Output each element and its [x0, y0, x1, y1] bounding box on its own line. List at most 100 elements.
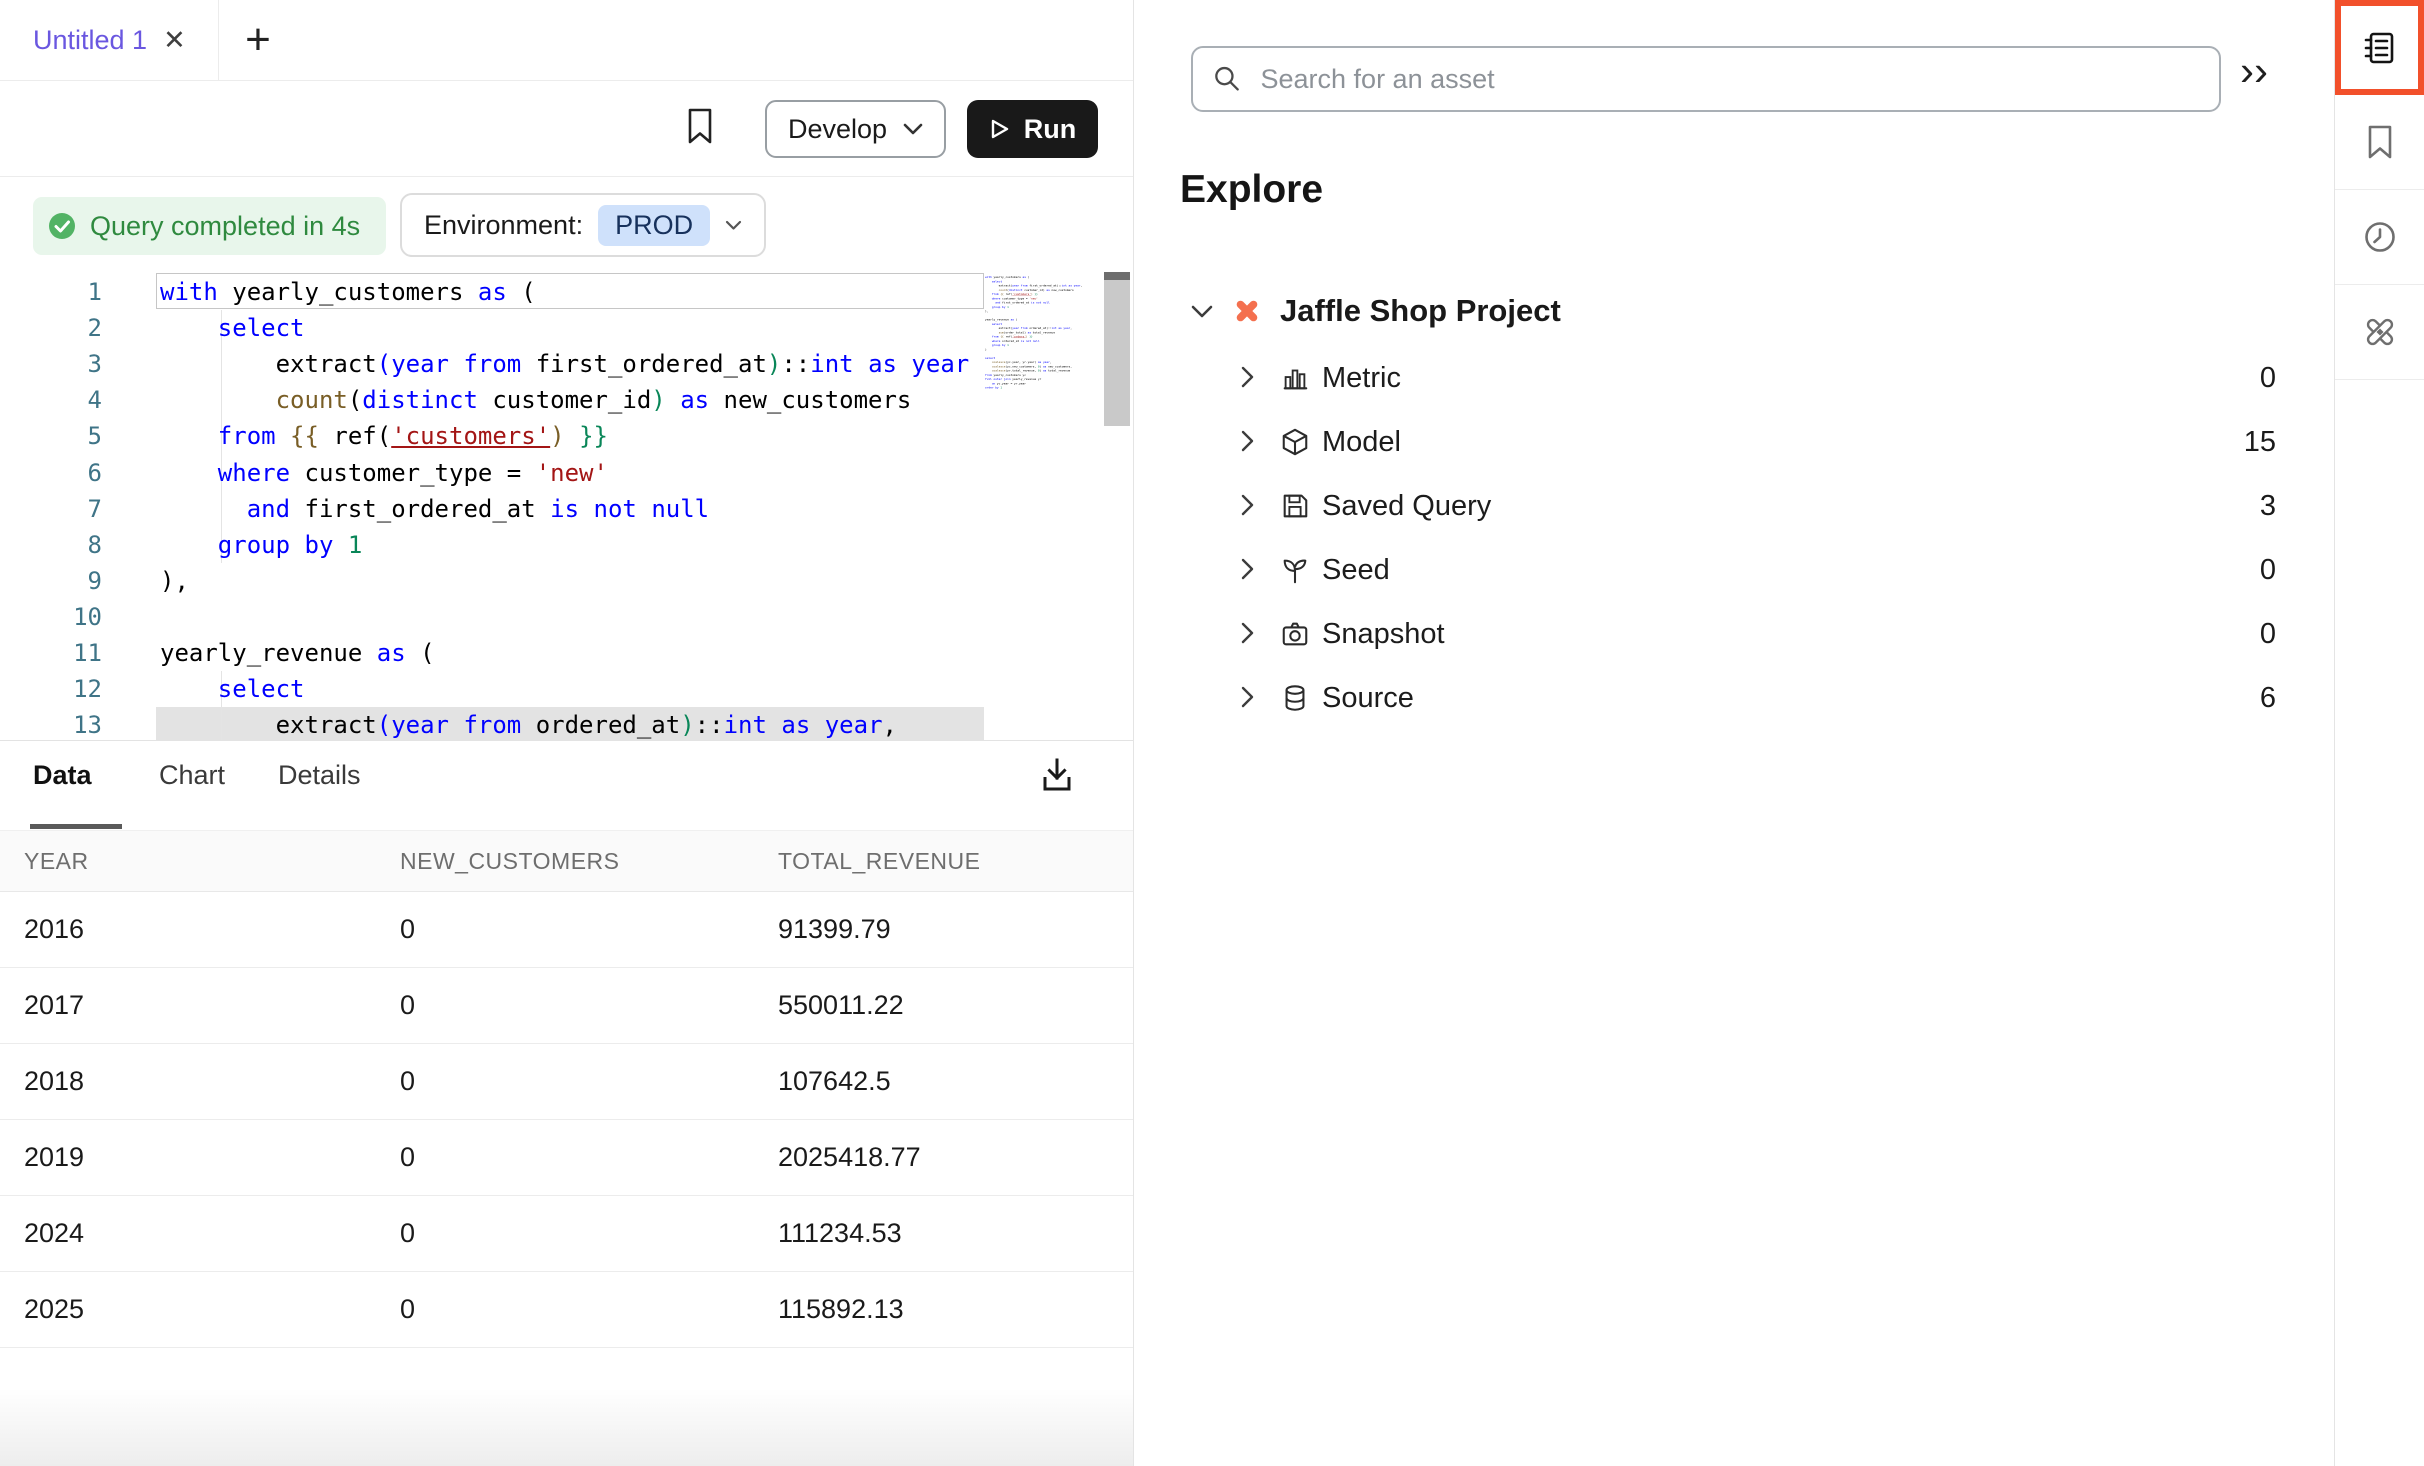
- tree-item-count: 6: [2260, 682, 2276, 715]
- tree-item-count: 0: [2260, 362, 2276, 395]
- code-line[interactable]: from {{ ref('customers') }}: [160, 418, 608, 454]
- chevron-right-icon[interactable]: [1240, 685, 1255, 709]
- environment-label: Environment:: [424, 210, 583, 241]
- results-divider: [0, 740, 1133, 741]
- tab-data[interactable]: Data: [33, 760, 92, 791]
- chevron-right-icon[interactable]: [1240, 621, 1255, 645]
- line-number: 1: [30, 274, 102, 310]
- run-button[interactable]: Run: [967, 100, 1098, 158]
- chevron-right-icon[interactable]: [1240, 493, 1255, 517]
- search-input[interactable]: [1259, 63, 2200, 96]
- code-line[interactable]: ),: [160, 563, 189, 599]
- table-cell: 0: [400, 1142, 415, 1173]
- sidebar-item-history[interactable]: [2335, 190, 2424, 285]
- line-number: 5: [30, 418, 102, 454]
- code-line[interactable]: and first_ordered_at is not null: [160, 491, 709, 527]
- saved-query-icon: [1280, 491, 1310, 521]
- explore-panel: ›› Explore Jaffle Shop Project Metric0Mo…: [1134, 0, 2334, 1466]
- column-header: NEW_CUSTOMERS: [400, 848, 620, 875]
- line-number: 11: [30, 635, 102, 671]
- line-number: 8: [30, 527, 102, 563]
- line-number: 6: [30, 455, 102, 491]
- table-cell: 111234.53: [778, 1218, 902, 1249]
- chevron-right-icon[interactable]: [1240, 365, 1255, 389]
- clock-history-icon: [2362, 219, 2398, 255]
- develop-label: Develop: [788, 114, 887, 145]
- asset-search-box[interactable]: [1191, 46, 2221, 112]
- code-editor[interactable]: 1 with yearly_customers as ( 2 select 3 ext…: [0, 272, 1133, 740]
- tree-item-label: Source: [1322, 682, 1414, 715]
- tree-item-seed[interactable]: Seed0: [1134, 540, 2334, 604]
- tree-item-snapshot[interactable]: Snapshot0: [1134, 604, 2334, 668]
- table-row: 20240111234.53: [0, 1196, 1133, 1272]
- download-results-button[interactable]: [1038, 756, 1076, 796]
- tab-details[interactable]: Details: [278, 760, 361, 791]
- table-cell: 2017: [24, 990, 84, 1021]
- chevron-right-icon[interactable]: [1240, 557, 1255, 581]
- tree-item-label: Model: [1322, 426, 1401, 459]
- tab-untitled-1[interactable]: Untitled 1 ✕: [0, 0, 219, 80]
- line-number: 2: [30, 310, 102, 346]
- table-cell: 115892.13: [778, 1294, 904, 1325]
- code-line[interactable]: select: [160, 671, 305, 707]
- tree-item-metric[interactable]: Metric0: [1134, 348, 2334, 412]
- bookmark-button[interactable]: [684, 107, 716, 145]
- environment-selector[interactable]: Environment: PROD: [400, 193, 766, 257]
- code-line[interactable]: yearly_revenue as (: [160, 635, 435, 671]
- sidebar-item-bookmarks[interactable]: [2335, 95, 2424, 190]
- line-number: 4: [30, 382, 102, 418]
- chevron-right-icon[interactable]: [1240, 429, 1255, 453]
- catalog-notebook-icon: [2362, 30, 2398, 66]
- table-row: 2016091399.79: [0, 892, 1133, 968]
- tab-chart[interactable]: Chart: [159, 760, 225, 791]
- project-tree-root[interactable]: Jaffle Shop Project: [1190, 286, 1561, 336]
- tree-item-count: 15: [2244, 426, 2276, 459]
- code-line[interactable]: extract(year from first_ordered_at)::int…: [160, 346, 969, 382]
- editor-toolbar: Develop Run: [0, 81, 1133, 177]
- column-header: TOTAL_REVENUE: [778, 848, 980, 875]
- dbt-logo-icon: [1231, 295, 1263, 327]
- chevron-down-icon: [1190, 304, 1214, 319]
- close-icon[interactable]: ✕: [163, 27, 186, 54]
- scrollbar-marker: [1104, 272, 1130, 280]
- table-cell: 107642.5: [778, 1066, 891, 1097]
- line-number: 12: [30, 671, 102, 707]
- develop-dropdown[interactable]: Develop: [765, 100, 946, 158]
- code-line[interactable]: where customer_type = 'new': [160, 455, 608, 491]
- tree-item-source[interactable]: Source 6: [1134, 668, 2334, 732]
- new-tab-button[interactable]: +: [236, 18, 280, 62]
- run-label: Run: [1024, 114, 1076, 145]
- line-number: 3: [30, 346, 102, 382]
- tree-item-count: 0: [2260, 554, 2276, 587]
- table-cell: 550011.22: [778, 990, 904, 1021]
- table-cell: 0: [400, 990, 415, 1021]
- code-line[interactable]: group by 1: [160, 527, 362, 563]
- collapse-panel-button[interactable]: ››: [2240, 50, 2268, 92]
- table-cell: 2018: [24, 1066, 84, 1097]
- table-row: 2017 0 550011.22: [0, 968, 1133, 1044]
- table-row: 20250115892.13: [0, 1272, 1133, 1348]
- sidebar-item-catalog[interactable]: [2335, 0, 2424, 95]
- tree-item-saved-query[interactable]: Saved Query3: [1134, 476, 2334, 540]
- table-cell: 91399.79: [778, 914, 891, 945]
- bottom-fade: [0, 1388, 1133, 1466]
- code-line[interactable]: extract(year from ordered_at)::int as ye…: [160, 707, 897, 740]
- line-number: 13: [30, 707, 102, 740]
- table-cell: 2025: [24, 1294, 84, 1325]
- editor-scrollbar[interactable]: [1104, 280, 1130, 426]
- table-cell: 0: [400, 1066, 415, 1097]
- table-header-row: YEARNEW_CUSTOMERSTOTAL_REVENUE: [0, 830, 1133, 892]
- seed-icon: [1280, 555, 1310, 585]
- tree-item-model[interactable]: Model 15: [1134, 412, 2334, 476]
- project-name: Jaffle Shop Project: [1280, 293, 1561, 329]
- bookmark-icon: [684, 107, 716, 145]
- minimap[interactable]: with yearly_customers as ( select extrac…: [985, 275, 1101, 737]
- bookmark-icon: [2365, 124, 2395, 160]
- search-icon: [1213, 64, 1242, 94]
- code-line[interactable]: select: [160, 310, 305, 346]
- code-line[interactable]: count(distinct customer_id) as new_custo…: [160, 382, 911, 418]
- minimap-line: order by 1: [985, 385, 1101, 389]
- table-cell: 0: [400, 914, 415, 945]
- sidebar-item-copilot[interactable]: [2335, 285, 2424, 380]
- code-line[interactable]: with yearly_customers as (: [160, 274, 536, 310]
